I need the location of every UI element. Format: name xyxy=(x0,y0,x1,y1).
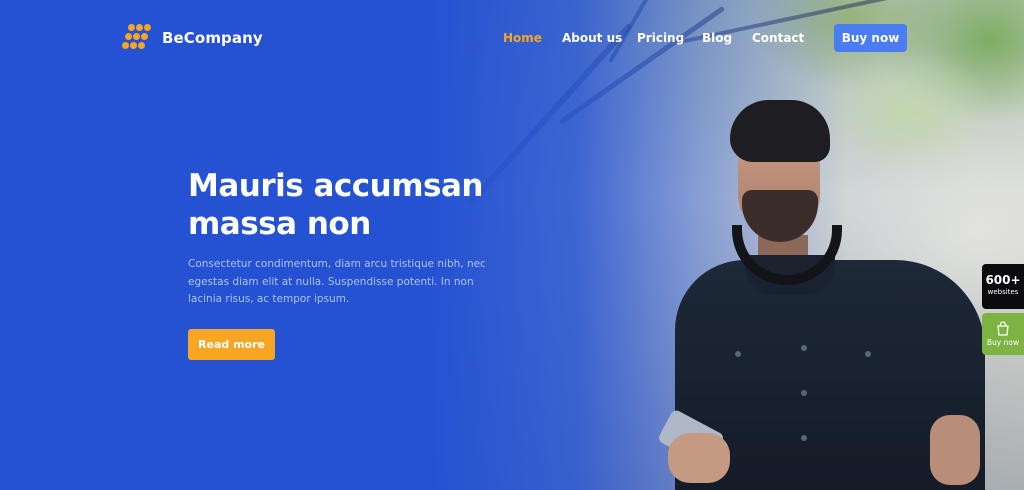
person-image xyxy=(656,95,1000,490)
buy-now-button[interactable]: Buy now xyxy=(834,24,907,52)
websites-count: 600+ xyxy=(985,273,1021,287)
nav-item-contact[interactable]: Contact xyxy=(752,31,804,45)
side-buy-now-widget[interactable]: Buy now xyxy=(982,313,1024,355)
nav-item-pricing[interactable]: Pricing xyxy=(637,31,684,45)
hero-subtext: Consectetur condimentum, diam arcu trist… xyxy=(188,258,486,305)
brand-name: BeCompany xyxy=(162,29,263,47)
nav-item-about-us[interactable]: About us xyxy=(562,31,622,45)
jacket-button xyxy=(801,390,807,396)
side-buy-label: Buy now xyxy=(986,338,1020,347)
read-more-button[interactable]: Read more xyxy=(188,329,275,360)
jacket-button xyxy=(801,345,807,351)
hair xyxy=(730,100,830,162)
jacket-button xyxy=(735,351,741,357)
shopping-bag-icon xyxy=(997,321,1009,336)
nav-item-home[interactable]: Home xyxy=(503,31,542,45)
top-navigation: BeCompany Home About us Pricing Blog Con… xyxy=(0,0,1024,78)
websites-widget[interactable]: 600+ websites xyxy=(982,264,1024,309)
logo-dots-icon xyxy=(122,24,151,52)
headline-line-1: Mauris accumsan xyxy=(188,168,483,204)
nav-item-blog[interactable]: Blog xyxy=(702,31,732,45)
headline-line-2: massa non xyxy=(188,206,371,242)
websites-label: websites xyxy=(987,288,1019,296)
hero-headline: Mauris accumsan massa non xyxy=(188,167,518,243)
hand xyxy=(930,415,980,485)
jacket-button xyxy=(865,351,871,357)
jacket-button xyxy=(801,435,807,441)
hand xyxy=(668,433,730,483)
brand-logo[interactable]: BeCompany xyxy=(122,24,263,52)
